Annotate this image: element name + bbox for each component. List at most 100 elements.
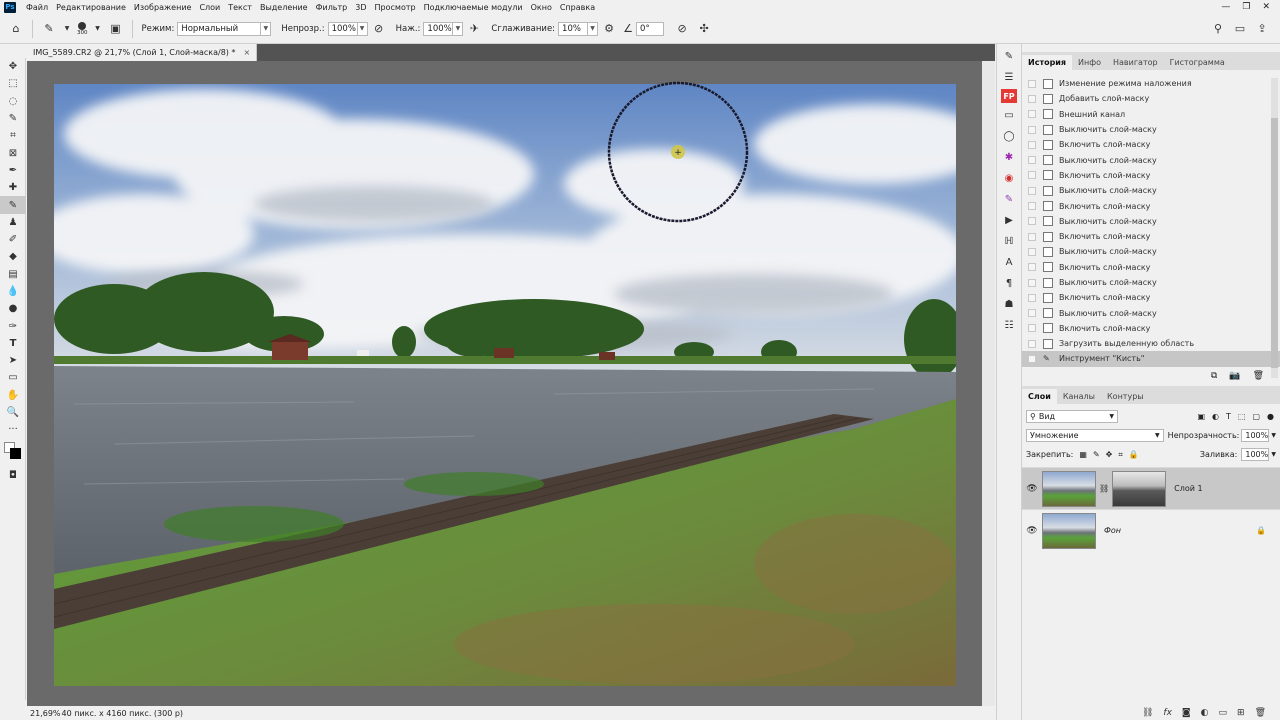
shape-filter-icon[interactable]: ⬚ xyxy=(1238,412,1246,421)
menu-file[interactable]: Файл xyxy=(22,3,52,12)
history-brush-source-checkbox[interactable] xyxy=(1028,217,1036,226)
background-color-icon[interactable] xyxy=(10,447,21,459)
adjustment-layer-icon[interactable]: ◐ xyxy=(1201,708,1209,718)
history-item[interactable]: Выключить слой-маску xyxy=(1022,305,1280,320)
crop-tool-icon[interactable]: ⌗ xyxy=(0,127,26,144)
menu-3d[interactable]: 3D xyxy=(351,3,370,12)
chevron-down-icon[interactable]: ▼ xyxy=(453,21,464,36)
snapshot-icon[interactable]: 📷 xyxy=(1229,371,1240,381)
history-item[interactable]: Выключить слой-маску xyxy=(1022,214,1280,229)
lock-transparency-icon[interactable]: ▦ xyxy=(1079,450,1087,459)
canvas-photo[interactable] xyxy=(54,84,956,686)
history-item[interactable]: Включить слой-маску xyxy=(1022,198,1280,213)
marquee-tool-icon[interactable]: ⬚ xyxy=(0,75,26,92)
opacity-input[interactable]: 100% xyxy=(327,21,358,36)
sliders-panel-icon[interactable]: ☷ xyxy=(997,316,1021,334)
properties-panel-icon[interactable]: ▭ xyxy=(997,106,1021,124)
link-layers-icon[interactable]: ⛓ xyxy=(1142,708,1153,718)
photoshop-logo-icon[interactable]: Ps xyxy=(4,1,16,13)
character-panel-icon[interactable]: A xyxy=(997,253,1021,271)
history-brush-tool-icon[interactable]: ✐ xyxy=(0,231,26,248)
airbrush-icon[interactable]: ✈ xyxy=(466,21,482,37)
history-brush-source-checkbox[interactable] xyxy=(1028,186,1036,195)
history-brush-source-checkbox[interactable] xyxy=(1028,263,1036,272)
history-brush-source-checkbox[interactable] xyxy=(1028,309,1036,318)
more-tools-icon[interactable]: ··· xyxy=(0,421,26,438)
menu-layers[interactable]: Слои xyxy=(195,3,224,12)
layer-row[interactable]: 👁 ⛓ Слой 1 xyxy=(1022,467,1280,509)
history-item[interactable]: ✎ Инструмент "Кисть" xyxy=(1022,351,1280,367)
pen-tool-icon[interactable]: ✑ xyxy=(0,317,26,334)
history-brush-source-checkbox[interactable] xyxy=(1028,94,1036,103)
close-icon[interactable]: ✕ xyxy=(1262,2,1270,12)
brush-tool-icon[interactable]: ✎ xyxy=(0,196,26,214)
fp-plugin-icon[interactable]: FP xyxy=(1001,89,1017,103)
smoothing-gear-icon[interactable]: ⚙ xyxy=(601,21,617,37)
angle-input[interactable]: 0° xyxy=(636,21,665,36)
brush-settings-panel-icon[interactable]: ✎ xyxy=(997,47,1021,65)
history-scrollbar[interactable] xyxy=(1271,78,1278,378)
menu-view[interactable]: Просмотр xyxy=(371,3,420,12)
history-brush-source-checkbox[interactable] xyxy=(1028,79,1036,88)
tab-channels[interactable]: Каналы xyxy=(1057,389,1101,404)
chevron-down-icon[interactable]: ▼ xyxy=(63,21,71,37)
layer-opacity-input[interactable]: 100% xyxy=(1241,429,1270,442)
red-plugin-icon[interactable]: ◉ xyxy=(997,169,1021,187)
brush-size-picker[interactable]: 300 xyxy=(77,21,88,36)
history-item[interactable]: Включить слой-маску xyxy=(1022,229,1280,244)
chevron-down-icon[interactable]: ▼ xyxy=(357,21,368,36)
rectangle-tool-icon[interactable]: ▭ xyxy=(0,369,26,386)
history-item[interactable]: Внешний канал xyxy=(1022,107,1280,122)
document-tab[interactable]: IMG_5589.CR2 @ 21,7% (Слой 1, Слой-маска… xyxy=(27,44,257,61)
layer-mask-thumbnail[interactable] xyxy=(1112,470,1167,507)
adjustment-filter-icon[interactable]: ◐ xyxy=(1212,412,1219,421)
home-icon[interactable]: ⌂ xyxy=(8,21,24,37)
fx-icon[interactable]: fx xyxy=(1163,708,1172,718)
history-item[interactable]: Включить слой-маску xyxy=(1022,137,1280,152)
healing-brush-tool-icon[interactable]: ✚ xyxy=(0,179,26,196)
group-icon[interactable]: ▭ xyxy=(1219,708,1228,718)
chevron-down-icon[interactable]: ▼ xyxy=(1271,451,1276,458)
type-tool-icon[interactable]: T xyxy=(0,335,26,352)
gradient-tool-icon[interactable]: ▤ xyxy=(0,266,26,283)
glyphs-plugin-icon[interactable]: ℍ xyxy=(997,232,1021,250)
menu-edit[interactable]: Редактирование xyxy=(52,3,130,12)
history-brush-source-checkbox[interactable] xyxy=(1028,156,1036,165)
circle-plugin-icon[interactable]: ◯ xyxy=(997,127,1021,145)
history-brush-source-checkbox[interactable] xyxy=(1028,125,1036,134)
move-tool-icon[interactable]: ✥ xyxy=(0,58,26,75)
minimize-icon[interactable]: — xyxy=(1221,2,1230,12)
adjustments-panel-icon[interactable]: ☰ xyxy=(997,68,1021,86)
color-wheel-icon[interactable]: ✱ xyxy=(997,148,1021,166)
link-icon[interactable]: ⛓ xyxy=(1099,484,1109,493)
history-item[interactable]: Изменение режима наложения xyxy=(1022,76,1280,91)
tab-navigator[interactable]: Навигатор xyxy=(1107,55,1164,70)
new-layer-icon[interactable]: ⊞ xyxy=(1237,708,1245,718)
dodge-tool-icon[interactable]: ● xyxy=(0,300,26,317)
history-brush-source-checkbox[interactable] xyxy=(1028,278,1036,287)
brush-settings-icon[interactable]: ▣ xyxy=(108,21,124,37)
share-icon[interactable]: ⇪ xyxy=(1254,21,1270,37)
type-filter-icon[interactable]: T xyxy=(1226,412,1231,421)
menu-plugins[interactable]: Подключаемые модули xyxy=(420,3,527,12)
pressure-input[interactable]: 100% xyxy=(423,21,454,36)
hand-tool-icon[interactable]: ✋ xyxy=(0,387,26,404)
history-item[interactable]: Добавить слой-маску xyxy=(1022,91,1280,106)
canvas-scrollbar[interactable] xyxy=(982,61,995,706)
layer-row[interactable]: 👁 Фон 🔒 xyxy=(1022,509,1280,551)
menu-help[interactable]: Справка xyxy=(556,3,599,12)
menu-window[interactable]: Окно xyxy=(527,3,556,12)
restore-icon[interactable]: ❐ xyxy=(1242,2,1250,12)
new-document-from-state-icon[interactable]: ⧉ xyxy=(1211,371,1217,381)
lasso-tool-icon[interactable]: ◌ xyxy=(0,93,26,110)
history-brush-source-checkbox[interactable] xyxy=(1028,110,1036,119)
trash-icon[interactable]: 🗑 xyxy=(1255,708,1266,718)
workspace-icon[interactable]: ▭ xyxy=(1232,21,1248,37)
menu-image[interactable]: Изображение xyxy=(130,3,196,12)
trash-icon[interactable]: 🗑 xyxy=(1253,371,1264,381)
filter-toggle-icon[interactable]: ● xyxy=(1267,412,1274,421)
pixel-filter-icon[interactable]: ▣ xyxy=(1197,412,1205,421)
history-brush-source-checkbox[interactable] xyxy=(1028,171,1036,180)
brush-tool-preset-icon[interactable]: ✎ xyxy=(41,21,57,37)
history-item[interactable]: Выключить слой-маску xyxy=(1022,183,1280,198)
